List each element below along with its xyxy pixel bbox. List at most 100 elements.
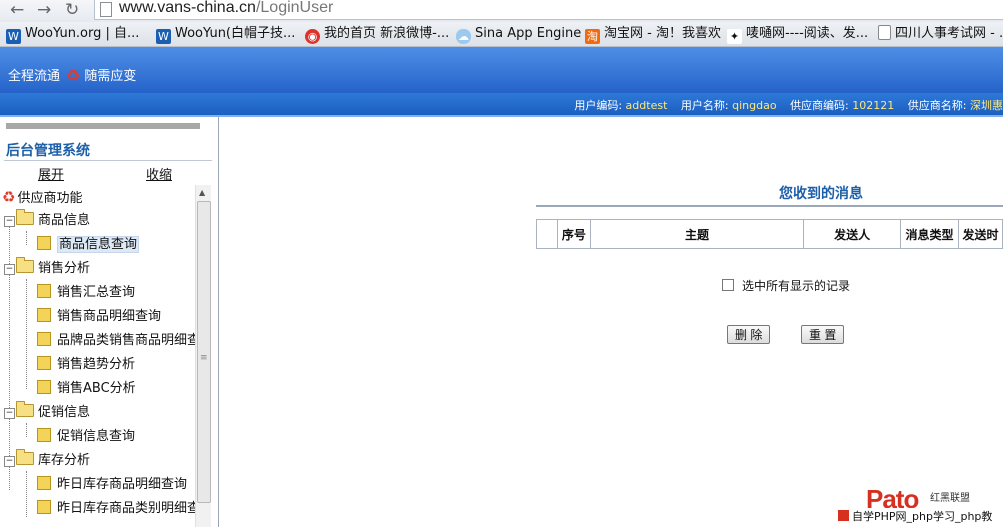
- supplier-code-value: 102121: [852, 99, 895, 112]
- sidebar-scrollbar[interactable]: ▲ ≡: [195, 185, 211, 527]
- tree-root: ♻ 供应商功能: [2, 188, 82, 206]
- tree-item-label: 促销信息查询: [57, 429, 136, 444]
- url-text: www.vans-china.cn/LoginUser: [119, 0, 334, 16]
- bookmark-wooyun[interactable]: W WooYun.org | 自...: [6, 25, 140, 44]
- reset-button[interactable]: 重 置: [801, 325, 845, 344]
- weibo-icon: ◉: [305, 29, 320, 44]
- sidebar-title-divider: [4, 160, 212, 161]
- document-icon: [37, 332, 51, 346]
- tree-group-promotion[interactable]: − 促销信息: [4, 401, 91, 422]
- tree-item-label: 商品信息查询: [57, 236, 140, 253]
- recycle-icon: ♻: [66, 66, 81, 85]
- delete-button[interactable]: 删 除: [727, 325, 771, 344]
- bookmark-label: 唛嗵网----阅读、发...: [746, 26, 869, 41]
- wooyun-icon: W: [6, 29, 21, 44]
- sidebar-title: 后台管理系统: [6, 143, 90, 159]
- bookmark-weibo[interactable]: ◉ 我的首页 新浪微博-...: [305, 25, 450, 44]
- recycle-icon: ♻: [2, 188, 16, 206]
- document-icon: [37, 284, 51, 298]
- tree-connector: [26, 471, 27, 517]
- tree-item-label: 昨日库存商品类别明细查: [57, 501, 195, 516]
- tree-item-promotion-query[interactable]: 促销信息查询: [37, 428, 135, 446]
- tree-item-inventory-category[interactable]: 昨日库存商品类别明细查: [37, 500, 195, 518]
- document-icon: [37, 500, 51, 514]
- bookmark-label: 我的首页 新浪微博-...: [324, 26, 450, 41]
- bookmark-bird[interactable]: ✦ 唛嗵网----阅读、发...: [727, 25, 869, 44]
- tree-item-product-query[interactable]: 商品信息查询: [37, 236, 140, 254]
- page-icon: [878, 25, 891, 40]
- document-icon: [37, 380, 51, 394]
- tree-group-sales-analysis[interactable]: − 销售分析: [4, 257, 91, 278]
- watermark-caption-text: 自学PHP网_php学习_php教: [852, 510, 993, 523]
- tree-item-inventory-detail[interactable]: 昨日库存商品明细查询: [37, 476, 187, 494]
- watermark-icon: [838, 510, 849, 521]
- collapse-toggle-icon[interactable]: −: [4, 456, 15, 467]
- tree-group-label: 销售分析: [38, 261, 91, 276]
- supplier-name-label: 供应商名称:: [907, 99, 967, 112]
- document-icon: [37, 308, 51, 322]
- tree-item-sales-trend[interactable]: 销售趋势分析: [37, 356, 135, 374]
- back-arrow-icon[interactable]: ←: [10, 1, 24, 19]
- header-slogan: 全程流通 ♻ 随需应变: [8, 65, 136, 85]
- tree-group-product-info[interactable]: − 商品信息: [4, 209, 91, 230]
- sidebar: 后台管理系统 展开 收缩 ♻ 供应商功能 − 商品信息 商品信息查询 − 销售分析 销…: [0, 117, 219, 527]
- select-all-row[interactable]: 选中所有显示的记录: [722, 277, 850, 294]
- bookmark-sichuan[interactable]: 四川人事考试网 - ...: [878, 25, 1003, 43]
- scroll-up-arrow-icon[interactable]: ▲: [199, 188, 205, 197]
- grip-icon: ≡: [200, 353, 208, 363]
- bookmarks-bar: W WooYun.org | 自... W WooYun(白帽子技... ◉ 我的首页…: [0, 22, 1003, 47]
- bookmark-wooyun-2[interactable]: W WooYun(白帽子技...: [156, 25, 295, 44]
- slogan-right: 随需应变: [84, 69, 137, 84]
- bookmark-sae[interactable]: ☁ Sina App Engine: [456, 25, 582, 44]
- forward-arrow-icon[interactable]: →: [37, 1, 51, 19]
- document-icon: [37, 428, 51, 442]
- supplier-code-label: 供应商编码:: [790, 99, 849, 112]
- column-header-type: 消息类型: [900, 219, 959, 249]
- tree-group-label: 库存分析: [38, 453, 91, 468]
- messages-title: 您收到的消息: [779, 186, 863, 202]
- url-input[interactable]: www.vans-china.cn/LoginUser: [94, 0, 1003, 20]
- document-icon: [37, 476, 51, 490]
- document-icon: [37, 356, 51, 370]
- expand-all-link[interactable]: 展开: [38, 164, 64, 183]
- app-header: 全程流通 ♻ 随需应变: [0, 47, 1003, 93]
- tree-root-label: 供应商功能: [17, 191, 83, 206]
- collapse-all-link[interactable]: 收缩: [146, 164, 172, 183]
- column-header-time: 发送时: [957, 219, 1003, 249]
- tree-item-sales-abc[interactable]: 销售ABC分析: [37, 380, 136, 398]
- scroll-thumb[interactable]: ≡: [197, 201, 211, 503]
- folder-icon: [16, 257, 34, 273]
- taobao-icon: 淘: [585, 29, 600, 44]
- page-icon: [100, 2, 112, 17]
- tree-item-label: 昨日库存商品明细查询: [57, 477, 188, 492]
- messages-title-divider: [536, 205, 1003, 207]
- site-watermark: Pato 红黑联盟 自学PHP网_php学习_php教: [838, 484, 1003, 527]
- column-header-index: 序号: [556, 219, 591, 249]
- user-code-value: addtest: [625, 99, 668, 112]
- column-header-select: [536, 219, 558, 249]
- collapse-toggle-icon[interactable]: −: [4, 216, 15, 227]
- bookmark-label: Sina App Engine: [475, 26, 582, 41]
- column-header-sender: 发送人: [803, 219, 902, 249]
- tree-group-label: 商品信息: [38, 213, 91, 228]
- supplier-name-value: 深圳惠: [970, 99, 1003, 112]
- watermark-caption: 自学PHP网_php学习_php教: [838, 508, 993, 526]
- select-all-checkbox[interactable]: [722, 279, 734, 291]
- document-icon: [37, 236, 51, 250]
- user-info-text: 用户编码: addtest 用户名称: qingdao 供应商编码: 10212…: [574, 97, 1003, 113]
- tree-group-inventory[interactable]: − 库存分析: [4, 449, 91, 470]
- tree-group-label: 促销信息: [38, 405, 91, 420]
- reload-icon[interactable]: ↻: [65, 1, 79, 19]
- tree-item-label: 销售商品明细查询: [57, 309, 162, 324]
- bookmark-taobao[interactable]: 淘淘宝网 - 淘！我喜欢: [585, 25, 721, 44]
- folder-icon: [16, 449, 34, 465]
- tree-item-sales-summary[interactable]: 销售汇总查询: [37, 284, 135, 302]
- bookmark-label: WooYun.org | 自...: [25, 26, 140, 41]
- folder-icon: [16, 401, 34, 417]
- tree-item-sales-product-detail[interactable]: 销售商品明细查询: [37, 308, 161, 326]
- tree-item-brand-category-detail[interactable]: 品牌品类销售商品明细查: [37, 332, 195, 350]
- browser-address-bar: ← → ↻ www.vans-china.cn/LoginUser: [0, 0, 1003, 22]
- collapse-toggle-icon[interactable]: −: [4, 264, 15, 275]
- collapse-toggle-icon[interactable]: −: [4, 408, 15, 419]
- tree-item-label: 销售ABC分析: [57, 381, 136, 396]
